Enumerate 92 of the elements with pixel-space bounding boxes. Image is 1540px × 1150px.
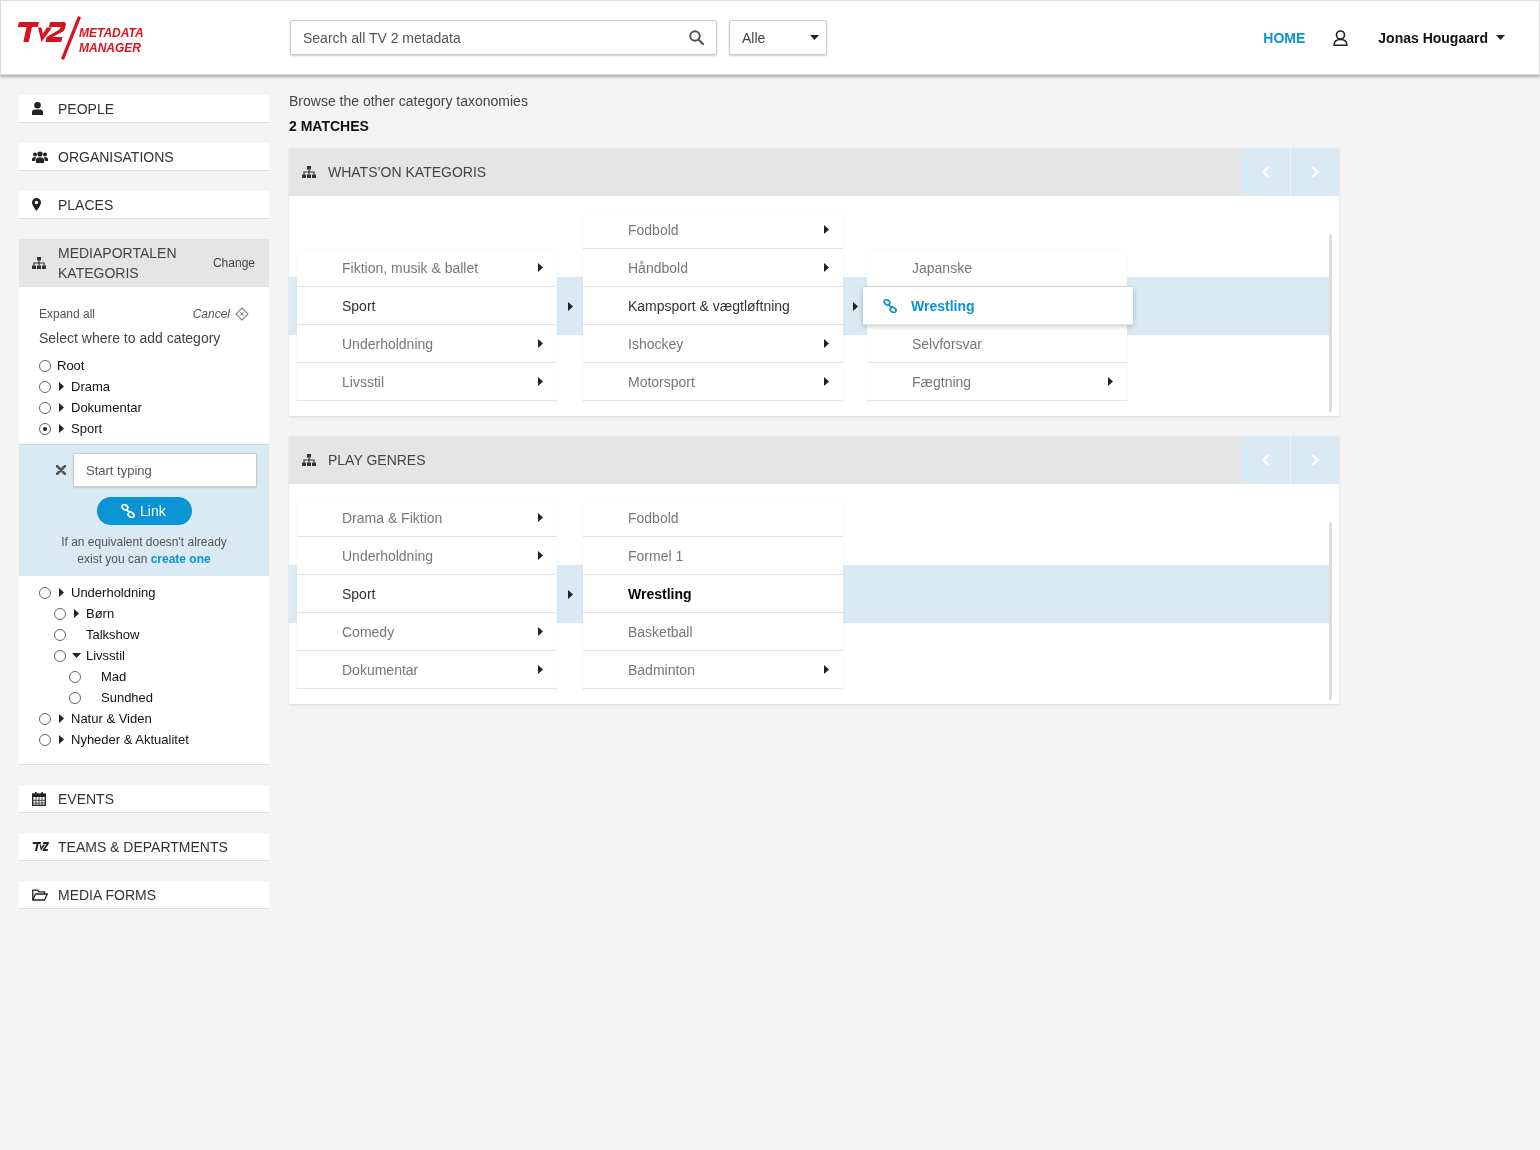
category-item[interactable]: Kampsport & vægtløftning [583, 287, 843, 325]
category-item[interactable]: Formel 1 [583, 537, 843, 575]
link-icon [121, 504, 135, 518]
category-item[interactable]: Motorsport [583, 363, 843, 401]
nav-item[interactable]: EVENTS [19, 785, 269, 813]
category-item[interactable]: Selvforsvar [867, 325, 1127, 363]
category-item[interactable]: Underholdning [297, 325, 557, 363]
nav-item[interactable]: ORGANISATIONS [19, 143, 269, 171]
category-item[interactable]: Comedy [297, 613, 557, 651]
nav-item[interactable]: PEOPLE [19, 95, 269, 123]
tree-item[interactable]: Root [57, 358, 85, 373]
chevron-left-icon [1262, 454, 1270, 466]
radio-button[interactable] [39, 586, 51, 599]
logo-text: METADATA [79, 25, 144, 41]
radio-button[interactable] [54, 649, 66, 662]
radio-button[interactable] [39, 359, 51, 372]
category-item[interactable]: Drama & Fiktion [297, 499, 557, 537]
section-header[interactable]: MEDIAPORTALEN KATEGORIS Change [19, 239, 269, 287]
nav-item[interactable]: TEAMS & DEPARTMENTS [19, 833, 269, 861]
panel-title: PLAY GENRES [328, 452, 426, 468]
calendar-icon [32, 791, 46, 806]
category-item[interactable]: Basketball [583, 613, 843, 651]
radio-button[interactable] [39, 380, 51, 393]
category-item[interactable]: Badminton [583, 651, 843, 689]
category-item[interactable]: Sport [297, 575, 557, 613]
cancel-icon[interactable] [235, 307, 249, 321]
category-item[interactable]: Dokumentar [297, 651, 557, 689]
close-icon[interactable] [56, 465, 66, 475]
person-icon [32, 102, 43, 115]
search-icon [689, 30, 704, 45]
people-icon [32, 150, 48, 163]
chevron-right-icon [1311, 166, 1319, 178]
scrollbar[interactable] [1329, 522, 1332, 700]
intro-text: Browse the other category taxonomies [289, 93, 529, 109]
tree-item[interactable]: Mad [101, 669, 127, 684]
expand-all-link[interactable]: Expand all [39, 307, 96, 321]
sitemap-icon [302, 166, 316, 178]
tree-item[interactable]: Drama [71, 379, 110, 394]
map-pin-icon [32, 198, 41, 211]
category-item[interactable]: Ishockey [583, 325, 843, 363]
category-item[interactable]: Fægtning [867, 363, 1127, 401]
user-icon[interactable] [1333, 29, 1349, 46]
tree-item[interactable]: Sport [71, 421, 103, 436]
category-item[interactable]: Livsstil [297, 363, 557, 401]
radio-button[interactable] [39, 712, 51, 725]
tree-item[interactable]: Underholdning [71, 585, 156, 600]
radio-button[interactable] [39, 733, 51, 746]
radio-button[interactable] [39, 401, 51, 414]
change-link[interactable]: Change [212, 256, 255, 270]
user-menu[interactable]: Jonas Hougaard [1378, 29, 1505, 46]
tree-item[interactable]: Natur & Viden [71, 711, 152, 726]
category-item[interactable]: Underholdning [297, 537, 557, 575]
match-count: 2 MATCHES [289, 118, 370, 134]
tree-item[interactable]: Børn [86, 606, 115, 621]
section-title: MEDIAPORTALEN KATEGORIS [58, 244, 178, 283]
radio-button[interactable] [69, 670, 81, 683]
link-icon [883, 298, 897, 313]
radio-button[interactable] [69, 691, 81, 704]
category-item[interactable]: Japanske [867, 249, 1127, 287]
filter-dropdown[interactable]: Alle [729, 20, 827, 55]
search-field[interactable]: Search all TV 2 metadata [290, 20, 717, 55]
category-item[interactable]: Sport [297, 287, 557, 325]
nav-item[interactable]: PLACES [19, 191, 269, 219]
prompt-text: Select where to add category [39, 330, 222, 346]
radio-button[interactable] [39, 422, 51, 435]
sitemap-icon [32, 257, 46, 269]
chevron-right-icon [1311, 454, 1319, 466]
tree-item[interactable]: Sundhed [101, 690, 154, 705]
category-item[interactable]: Wrestling [583, 575, 843, 613]
logo-icon [32, 842, 49, 851]
logo-text: MANAGER [79, 40, 142, 56]
search-input[interactable]: Start typing [73, 453, 257, 487]
tree-item[interactable]: Nyheder & Aktualitet [71, 732, 189, 747]
radio-button[interactable] [54, 607, 66, 620]
category-item[interactable]: Fodbold [583, 211, 843, 249]
sitemap-icon [302, 454, 316, 466]
nav-item[interactable]: MEDIA FORMS [19, 881, 269, 909]
chevron-left-icon [1262, 166, 1270, 178]
help-text: If an equivalent doesn't already exist you can create one [61, 535, 227, 566]
tree-item[interactable]: Livsstil [86, 648, 125, 663]
cancel-link[interactable]: Cancel [192, 307, 230, 321]
category-item[interactable]: Fiktion, musik & ballet [297, 249, 557, 287]
radio-button[interactable] [54, 628, 66, 641]
panel-title: WHATS’ON KATEGORIS [328, 164, 487, 180]
folder-icon [32, 888, 48, 901]
caret-icon [810, 35, 819, 40]
caret-icon [1496, 35, 1505, 40]
category-item[interactable]: Håndbold [583, 249, 843, 287]
tree-item[interactable]: Talkshow [86, 627, 140, 642]
scrollbar[interactable] [1329, 234, 1332, 412]
tree-item[interactable]: Dokumentar [71, 400, 142, 415]
category-item[interactable]: Fodbold [583, 499, 843, 537]
